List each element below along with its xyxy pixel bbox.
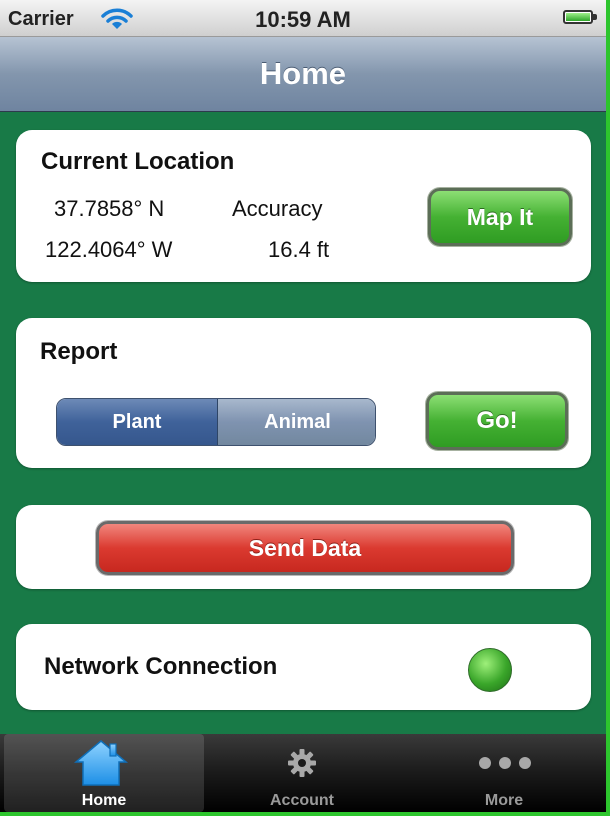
- tab-bar: Home Account More: [0, 734, 606, 812]
- battery-tip: [593, 14, 597, 20]
- house-icon: [73, 740, 129, 786]
- longitude-value: 122.4064° W: [45, 237, 173, 262]
- current-location-title: Current Location: [41, 148, 235, 175]
- battery-icon: [563, 10, 593, 24]
- network-connection-label: Network Connection: [44, 653, 278, 680]
- tab-account[interactable]: Account: [202, 734, 402, 812]
- tab-more-label: More: [484, 792, 524, 809]
- tab-more[interactable]: More: [404, 734, 604, 812]
- current-location-card: Current Location 37.7858° N 122.4064° W …: [16, 130, 591, 282]
- segment-animal[interactable]: Animal: [218, 399, 375, 445]
- tab-account-label: Account: [270, 792, 334, 809]
- page-title: Home: [259, 56, 347, 91]
- network-status-indicator: [468, 648, 512, 692]
- map-it-button[interactable]: Map It: [428, 188, 572, 246]
- latitude-value: 37.7858° N: [54, 196, 165, 221]
- tab-home-label: Home: [81, 792, 127, 809]
- clock: 10:59 AM: [255, 7, 351, 32]
- send-data-card: Send Data: [16, 505, 591, 589]
- send-data-button[interactable]: Send Data: [96, 521, 514, 575]
- segment-plant[interactable]: Plant: [57, 399, 218, 445]
- report-type-segmented-control: Plant Animal: [56, 398, 376, 446]
- go-button[interactable]: Go!: [426, 392, 568, 450]
- report-title: Report: [40, 338, 118, 365]
- accuracy-label: Accuracy: [232, 196, 323, 221]
- app-screen: Carrier 10:59 AM Home Current Location 3…: [0, 0, 606, 812]
- gear-icon: [288, 749, 316, 777]
- network-connection-card: Network Connection: [16, 624, 591, 710]
- report-card: Report Plant Animal Go!: [16, 318, 591, 468]
- accuracy-value: 16.4 ft: [268, 237, 330, 262]
- more-dots-icon: [479, 757, 531, 769]
- tab-home[interactable]: Home: [4, 734, 204, 812]
- navigation-bar: Home: [0, 37, 606, 112]
- status-bar: Carrier 10:59 AM: [0, 0, 606, 37]
